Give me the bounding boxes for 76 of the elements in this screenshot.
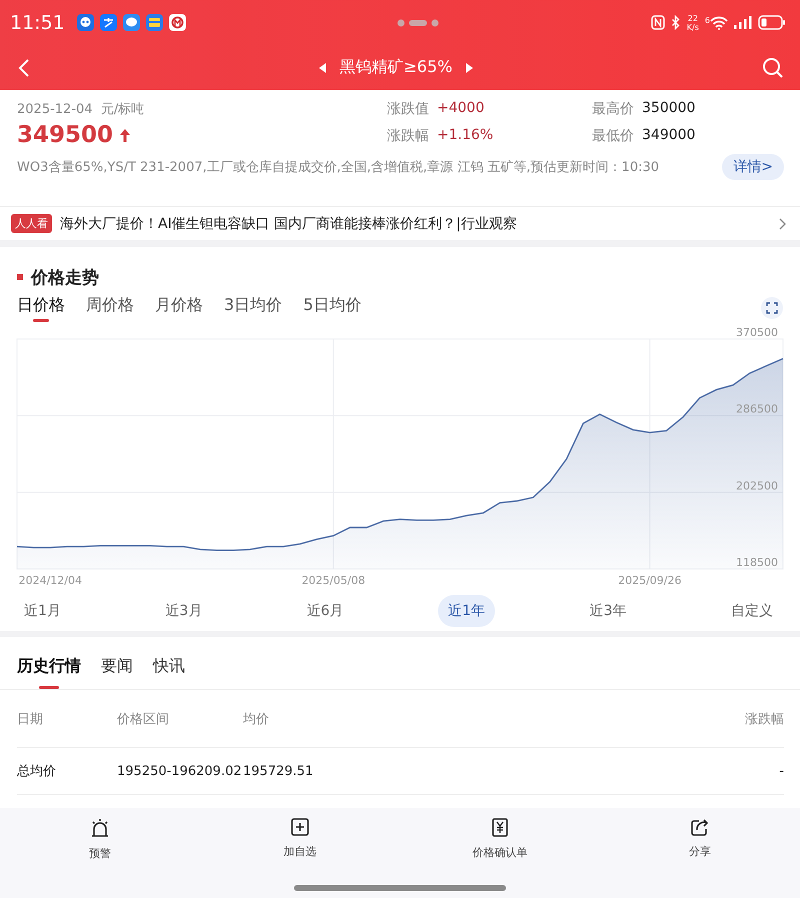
section-marker bbox=[17, 274, 23, 280]
y-axis-label: 118500 bbox=[736, 556, 778, 569]
robot-app-icon bbox=[76, 14, 94, 31]
column-header: 日期 bbox=[17, 710, 44, 728]
chat-app-icon bbox=[122, 14, 140, 31]
fullscreen-icon[interactable] bbox=[761, 297, 783, 319]
status-time: 11:51 bbox=[10, 12, 65, 34]
toolbar-action[interactable]: 加自选 bbox=[284, 844, 316, 859]
x-axis-label: 2025/05/08 bbox=[302, 574, 366, 587]
price-tab[interactable]: 日价格 bbox=[17, 294, 65, 322]
stat-value: +1.16% bbox=[437, 127, 494, 145]
page-title: 黑钨精矿≥65% bbox=[340, 57, 452, 78]
range-tab[interactable]: 近1月 bbox=[14, 595, 71, 627]
network-speed: 22 K/s bbox=[686, 14, 699, 32]
spec-description: WO3含量65%,YS/T 231-2007,工厂或仓库自提成交价,全国,含增值税,章源 江钨 五矿等,预估更新时间：10:30 bbox=[17, 159, 660, 176]
nfc-icon bbox=[650, 15, 665, 30]
toolbar-action[interactable]: 分享 bbox=[689, 844, 711, 859]
history-tab[interactable]: 快讯 bbox=[153, 651, 185, 689]
alarm-icon bbox=[90, 818, 110, 838]
stat-label: 涨跌幅 bbox=[387, 127, 429, 146]
wifi-icon bbox=[710, 16, 728, 30]
bank-app-icon bbox=[168, 14, 186, 31]
x-axis-label: 2025/09/26 bbox=[618, 574, 682, 587]
range-tab[interactable]: 自定义 bbox=[720, 595, 783, 627]
range-tab[interactable]: 近6月 bbox=[296, 595, 354, 627]
table-cell-text: 195729.51 bbox=[243, 764, 314, 778]
bluetooth-icon bbox=[670, 15, 681, 30]
previous-arrow-icon[interactable] bbox=[318, 62, 326, 72]
back-icon[interactable] bbox=[18, 58, 30, 78]
signal-icon bbox=[734, 16, 752, 29]
share-icon bbox=[691, 818, 709, 836]
column-header: 均价 bbox=[243, 710, 270, 728]
range-tab[interactable]: 近3年 bbox=[580, 595, 636, 627]
range-tab[interactable]: 近3月 bbox=[155, 595, 212, 627]
history-tab[interactable]: 历史行情 bbox=[17, 651, 81, 689]
toolbar-action[interactable]: 价格确认单 bbox=[472, 845, 528, 860]
quote-date: 2025-12-04 bbox=[17, 102, 93, 117]
y-axis-label: 202500 bbox=[736, 479, 778, 492]
chevron-right-icon[interactable] bbox=[779, 218, 786, 230]
table-cell-text: 总均价 bbox=[17, 763, 57, 780]
range-tab[interactable]: 近1年 bbox=[438, 595, 496, 627]
details-button[interactable]: 详情> bbox=[722, 154, 784, 180]
price-unit: 元/标吨 bbox=[100, 102, 144, 117]
stat-value: 350000 bbox=[642, 100, 696, 118]
card-app-icon bbox=[146, 14, 163, 31]
table-cell-text: - bbox=[778, 764, 784, 778]
price-tab[interactable]: 月价格 bbox=[155, 294, 203, 322]
next-arrow-icon[interactable] bbox=[466, 62, 474, 72]
column-header: 涨跌幅 bbox=[744, 710, 784, 728]
price-tab[interactable]: 周价格 bbox=[86, 294, 134, 322]
table-cell: 195250-196209.02 bbox=[117, 764, 243, 778]
toolbar-action[interactable]: 预警 bbox=[89, 846, 111, 861]
news-headline[interactable]: 海外大厂提价！AI催生钽电容缺口 国内厂商谁能接棒涨价红利？|行业观察 bbox=[60, 214, 771, 232]
wifi-generation-label: 6 bbox=[704, 16, 710, 24]
receipt-icon bbox=[492, 818, 508, 837]
search-icon[interactable] bbox=[762, 56, 784, 78]
price-tab[interactable]: 3日均价 bbox=[224, 294, 282, 322]
x-axis-label: 2024/12/04 bbox=[18, 574, 82, 587]
news-tag: 人人看 bbox=[11, 214, 52, 233]
battery-icon bbox=[758, 15, 786, 30]
up-arrow-icon bbox=[120, 128, 130, 142]
y-axis-label: 286500 bbox=[736, 402, 778, 416]
add-icon bbox=[291, 818, 309, 836]
price-tab[interactable]: 5日均价 bbox=[303, 294, 362, 322]
section-title: 价格走势 bbox=[31, 266, 99, 288]
current-price: 349500 bbox=[17, 122, 114, 148]
stat-value: 349000 bbox=[642, 127, 696, 145]
window-handle-icon bbox=[397, 18, 440, 26]
stat-value: +4000 bbox=[437, 100, 484, 118]
stat-label: 最高价 bbox=[592, 100, 634, 119]
y-axis-label: 370500 bbox=[736, 326, 778, 339]
payment-app-icon bbox=[100, 14, 117, 31]
history-tab[interactable]: 要闻 bbox=[101, 651, 133, 689]
column-header: 价格区间 bbox=[117, 710, 170, 728]
stat-label: 涨跌值 bbox=[387, 100, 429, 119]
stat-label: 最低价 bbox=[592, 127, 634, 146]
